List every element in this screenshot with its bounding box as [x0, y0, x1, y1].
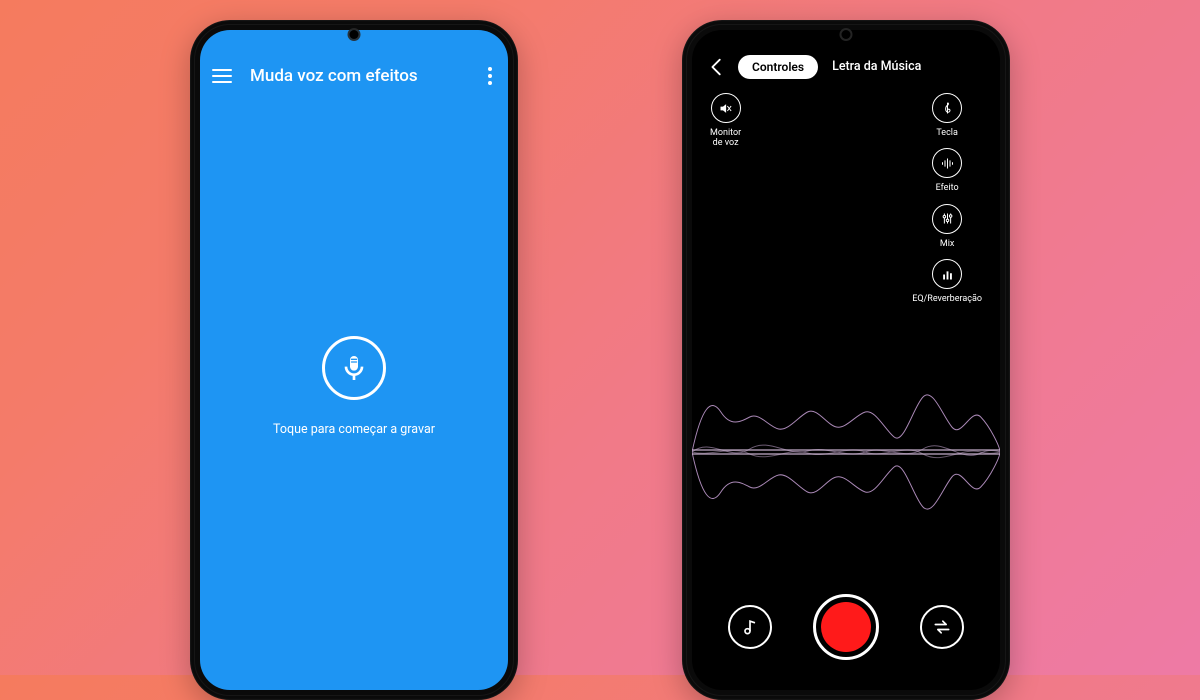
- karaoke-header: Controles Letra da Música: [692, 54, 1000, 79]
- eq-reverb-button[interactable]: EQ/Reverberação: [912, 259, 982, 304]
- eq-reverb-label: EQ/Reverberação: [912, 294, 982, 304]
- speaker-mute-icon: [718, 101, 733, 116]
- effect-button[interactable]: Efeito: [932, 148, 962, 193]
- menu-icon[interactable]: [212, 69, 232, 83]
- swap-icon: [932, 617, 952, 637]
- waveform-svg: [692, 357, 1000, 547]
- mix-label: Mix: [940, 239, 955, 249]
- tab-controls[interactable]: Controles: [738, 55, 818, 79]
- tool-row: Monitor de voz Tecla: [692, 79, 1000, 304]
- record-prompt: Toque para começar a gravar: [273, 422, 435, 437]
- phone-mockup-left: Muda voz com efeitos Toque para começar …: [190, 20, 518, 700]
- treble-clef-icon: [940, 101, 955, 116]
- tool-col-right: Tecla Efeito: [912, 93, 982, 304]
- camera-notch: [350, 30, 359, 39]
- camera-notch: [842, 30, 851, 39]
- overflow-menu-icon[interactable]: [484, 63, 496, 89]
- sliders-icon: [940, 211, 955, 226]
- record-indicator: [821, 602, 871, 652]
- mix-button[interactable]: Mix: [932, 204, 962, 249]
- voice-monitor-label: Monitor de voz: [710, 128, 741, 149]
- bar-chart-icon: [940, 267, 955, 282]
- tab-lyrics[interactable]: Letra da Música: [828, 54, 925, 79]
- key-button[interactable]: Tecla: [932, 93, 962, 138]
- effect-label: Efeito: [936, 183, 959, 193]
- record-area: Toque para começar a gravar: [200, 92, 508, 680]
- music-note-icon: [740, 617, 760, 637]
- karaoke-screen: Controles Letra da Música Monitor de voz: [692, 30, 1000, 690]
- record-button[interactable]: [813, 594, 879, 660]
- waveform-icon: [940, 156, 955, 171]
- voice-monitor-button[interactable]: Monitor de voz: [710, 93, 741, 149]
- swap-button[interactable]: [920, 605, 964, 649]
- key-label: Tecla: [936, 128, 958, 138]
- microphone-icon: [338, 352, 370, 384]
- phone-mockup-right: Controles Letra da Música Monitor de voz: [682, 20, 1010, 700]
- tool-col-left: Monitor de voz: [710, 93, 741, 304]
- waveform-display: [692, 310, 1000, 594]
- voice-changer-screen: Muda voz com efeitos Toque para começar …: [200, 30, 508, 690]
- app-title: Muda voz com efeitos: [250, 66, 466, 86]
- back-button[interactable]: [706, 56, 728, 78]
- record-button[interactable]: [322, 336, 386, 400]
- bottom-controls: [692, 594, 1000, 690]
- music-button[interactable]: [728, 605, 772, 649]
